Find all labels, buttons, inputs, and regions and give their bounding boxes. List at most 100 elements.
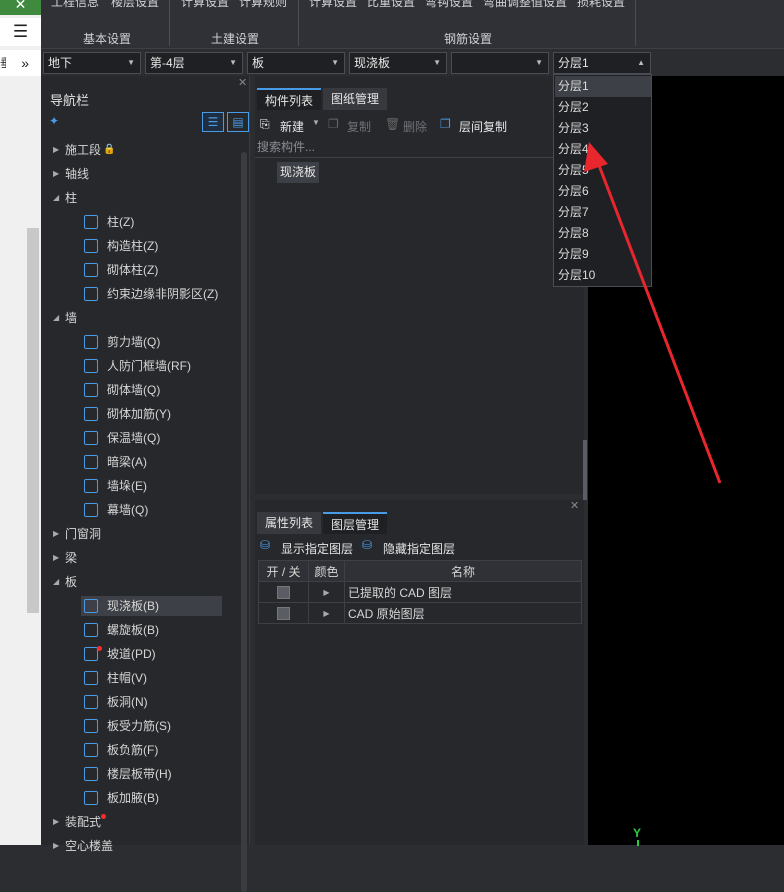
- tree-item[interactable]: 幕墙(Q): [41, 498, 241, 522]
- tree-item[interactable]: 暗梁(A): [41, 450, 241, 474]
- tree-item[interactable]: 板受力筋(S): [41, 714, 241, 738]
- floor-type-select[interactable]: 地下 ▼: [43, 52, 141, 74]
- list-view-icon[interactable]: ☰: [202, 112, 224, 132]
- tree-item[interactable]: 柱帽(V): [41, 666, 241, 690]
- close-icon[interactable]: ✕: [238, 76, 247, 89]
- tree-item[interactable]: 砌体柱(Z): [41, 258, 241, 282]
- tree-group[interactable]: ▶ 梁: [41, 546, 241, 570]
- nav-scrollbar[interactable]: [241, 152, 247, 892]
- toggle-checkbox[interactable]: [277, 586, 290, 600]
- ribbon-item-calc-rules[interactable]: 计算规则: [239, 0, 287, 10]
- toggle-checkbox[interactable]: [277, 607, 290, 621]
- tree-item[interactable]: 板洞(N): [41, 690, 241, 714]
- close-icon[interactable]: ✕: [570, 499, 579, 512]
- collapse-icon[interactable]: ◢: [53, 306, 59, 330]
- new-button[interactable]: 新建: [280, 118, 304, 135]
- tree-label: 柱帽(V): [107, 671, 147, 685]
- category-select[interactable]: 板 ▼: [247, 52, 345, 74]
- tree-group[interactable]: ◢ 柱: [41, 186, 241, 210]
- expand-icon[interactable]: ▶: [53, 546, 59, 570]
- ribbon-item-project-info[interactable]: 工程信息: [51, 0, 99, 10]
- ribbon-item-weight[interactable]: 比重设置: [367, 0, 415, 10]
- dropdown-option[interactable]: 分层5: [555, 160, 651, 181]
- tree-item[interactable]: 现浇板(B): [41, 594, 241, 618]
- sublayer-select[interactable]: 分层1 ▲: [553, 52, 651, 74]
- component-icon: [84, 743, 98, 757]
- floor-copy-button[interactable]: 层间复制: [459, 118, 507, 135]
- ribbon-item-floor-settings[interactable]: 楼层设置: [111, 0, 159, 10]
- splitter-handle[interactable]: [583, 440, 587, 500]
- chevron-down-icon[interactable]: ▼: [312, 118, 320, 127]
- expand-icon[interactable]: ▶: [53, 138, 59, 162]
- tree-label: 装配式: [65, 815, 102, 829]
- close-icon[interactable]: ✕: [0, 0, 41, 15]
- expand-icon[interactable]: »: [0, 50, 41, 76]
- tree-label: 板受力筋(S): [107, 719, 171, 733]
- dropdown-option[interactable]: 分层2: [555, 97, 651, 118]
- delete-button[interactable]: 删除: [403, 118, 427, 135]
- dropdown-option[interactable]: 分层4: [555, 139, 651, 160]
- tree-group[interactable]: ▶ 装配式: [41, 810, 241, 834]
- search-input[interactable]: 搜索构件...: [257, 139, 547, 156]
- tree-item[interactable]: 构造柱(Z): [41, 234, 241, 258]
- dropdown-option[interactable]: 分层9: [555, 244, 651, 265]
- dropdown-option[interactable]: 分层1: [555, 76, 651, 97]
- table-row[interactable]: ▶ CAD 原始图层: [258, 602, 582, 624]
- detail-view-icon[interactable]: ▤: [227, 112, 249, 132]
- dropdown-option[interactable]: 分层7: [555, 202, 651, 223]
- tree-group[interactable]: ▶ 空心楼盖: [41, 834, 241, 858]
- expand-icon[interactable]: ▶: [308, 602, 345, 624]
- expand-icon[interactable]: ▶: [53, 522, 59, 546]
- tree-item[interactable]: 保温墙(Q): [41, 426, 241, 450]
- expand-icon[interactable]: ▶: [53, 834, 59, 858]
- tree-item[interactable]: 坡道(PD): [41, 642, 241, 666]
- tab-layer-manage[interactable]: 图层管理: [323, 512, 388, 534]
- tree-item[interactable]: 柱(Z): [41, 210, 241, 234]
- tree-item[interactable]: 墙垛(E): [41, 474, 241, 498]
- ribbon-item-hook[interactable]: 弯钩设置: [425, 0, 473, 10]
- tree-item[interactable]: 约束边缘非阴影区(Z): [41, 282, 241, 306]
- dropdown-option[interactable]: 分层10: [555, 265, 651, 286]
- tab-component-list[interactable]: 构件列表: [257, 88, 322, 110]
- tree-group[interactable]: ▶ 施工段 🔒: [41, 138, 241, 162]
- component-item[interactable]: 现浇板: [277, 162, 320, 183]
- hide-layer-button[interactable]: 隐藏指定图层: [383, 540, 455, 557]
- dropdown-option[interactable]: 分层6: [555, 181, 651, 202]
- show-layer-button[interactable]: 显示指定图层: [281, 540, 353, 557]
- tree-group[interactable]: ◢ 墙: [41, 306, 241, 330]
- ribbon-item-calc-settings[interactable]: 计算设置: [181, 0, 229, 10]
- ribbon-item-rebar-calc[interactable]: 计算设置: [309, 0, 357, 10]
- tree-item[interactable]: 楼层板带(H): [41, 762, 241, 786]
- tree-item[interactable]: 螺旋板(B): [41, 618, 241, 642]
- component-icon: [84, 599, 98, 613]
- scrollbar[interactable]: [27, 228, 39, 613]
- dropdown-option[interactable]: 分层8: [555, 223, 651, 244]
- dropdown-option[interactable]: 分层3: [555, 118, 651, 139]
- tree-item[interactable]: 砌体加筋(Y): [41, 402, 241, 426]
- tree-item[interactable]: 砌体墙(Q): [41, 378, 241, 402]
- menu-icon[interactable]: ☰: [0, 18, 41, 46]
- ribbon-item-bend[interactable]: 弯曲调整值设置: [483, 0, 567, 10]
- collapse-icon[interactable]: ◢: [53, 570, 59, 594]
- expand-icon[interactable]: ▶: [53, 810, 59, 834]
- tree-group[interactable]: ▶ 门窗洞: [41, 522, 241, 546]
- component-select[interactable]: 现浇板 ▼: [349, 52, 447, 74]
- collapse-icon[interactable]: ◢: [53, 186, 59, 210]
- expand-icon[interactable]: ▶: [308, 581, 345, 603]
- tree-group[interactable]: ◢ 板: [41, 570, 241, 594]
- tree-group[interactable]: ▶ 轴线: [41, 162, 241, 186]
- tree-item[interactable]: 板加腋(B): [41, 786, 241, 810]
- ribbon-item-loss[interactable]: 损耗设置: [577, 0, 625, 10]
- pin-icon[interactable]: ✦: [49, 114, 59, 128]
- table-row[interactable]: ▶ 已提取的 CAD 图层: [258, 581, 582, 603]
- tab-property-list[interactable]: 属性列表: [257, 512, 322, 534]
- floor-select[interactable]: 第-4层 ▼: [145, 52, 243, 74]
- expand-icon[interactable]: ▶: [53, 162, 59, 186]
- tree-item[interactable]: 人防门框墙(RF): [41, 354, 241, 378]
- tab-drawing-manage[interactable]: 图纸管理: [323, 88, 388, 110]
- tree-item[interactable]: 剪力墙(Q): [41, 330, 241, 354]
- copy-button[interactable]: 复制: [347, 118, 371, 135]
- tree-item[interactable]: 板负筋(F): [41, 738, 241, 762]
- ribbon-group-civil: 土建设置: [211, 32, 260, 46]
- empty-select[interactable]: ▼: [451, 52, 549, 74]
